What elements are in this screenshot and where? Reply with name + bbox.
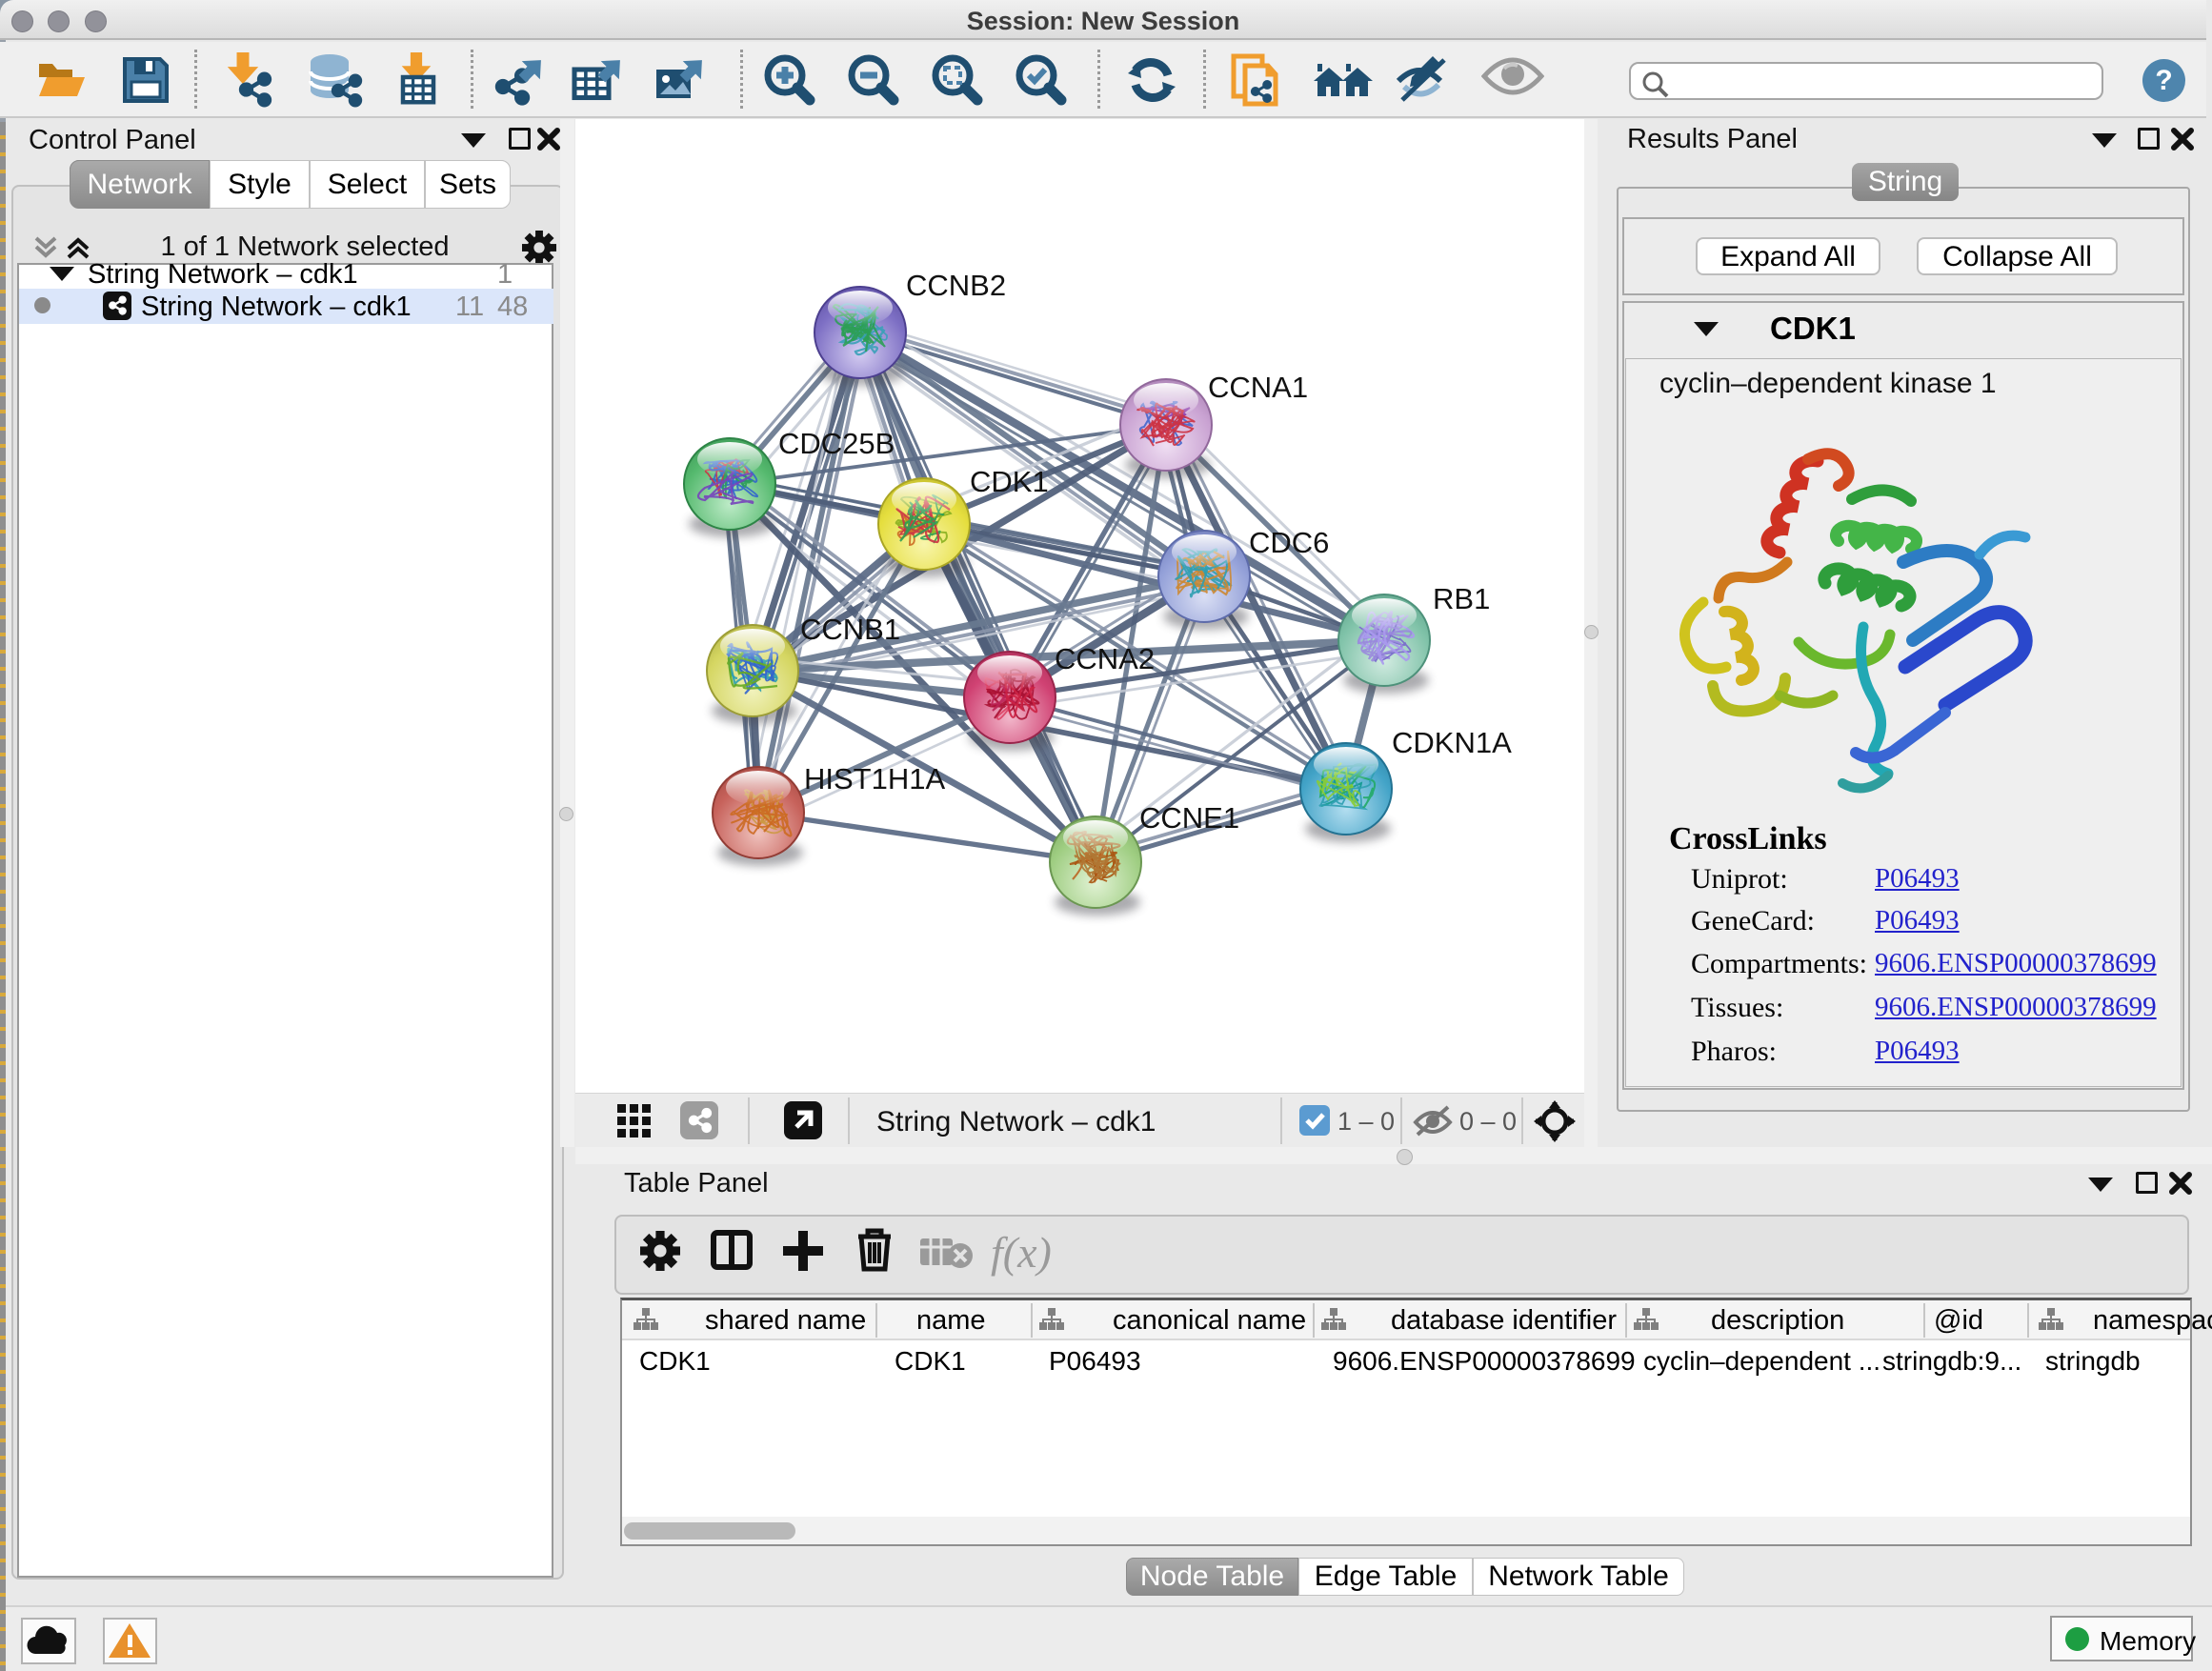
svg-text:CDKN1A: CDKN1A [1392, 726, 1512, 759]
svg-text:CCNB1: CCNB1 [800, 613, 900, 646]
svg-text:HIST1H1A: HIST1H1A [804, 762, 945, 795]
svg-text:CDC25B: CDC25B [778, 427, 895, 460]
svg-text:CDC6: CDC6 [1249, 526, 1329, 559]
svg-text:CCNB2: CCNB2 [906, 269, 1006, 302]
svg-text:CCNA2: CCNA2 [1055, 642, 1155, 675]
svg-text:RB1: RB1 [1433, 582, 1490, 615]
svg-text:CDK1: CDK1 [970, 465, 1049, 498]
svg-text:CCNA1: CCNA1 [1208, 371, 1308, 404]
svg-text:CCNE1: CCNE1 [1139, 801, 1239, 835]
